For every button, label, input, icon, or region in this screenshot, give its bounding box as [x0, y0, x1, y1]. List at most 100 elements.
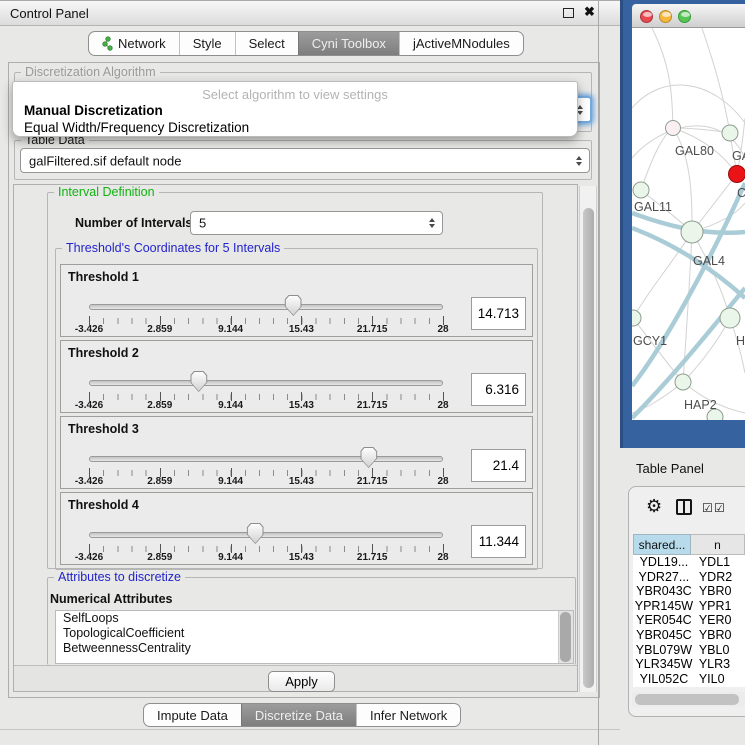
slider-track[interactable]	[89, 532, 443, 538]
threshold-value-field[interactable]: 14.713	[471, 297, 526, 330]
attributes-list[interactable]: SelfLoopsTopologicalCoefficientBetweenne…	[55, 610, 574, 664]
bottom-tab-label: Infer Network	[370, 704, 447, 727]
main-scrollbar-thumb[interactable]	[583, 208, 594, 688]
node-label: GCY1	[633, 334, 667, 348]
slider-minor-ticks	[89, 546, 444, 552]
threshold-label: Threshold 4	[68, 498, 139, 512]
threshold-value-field[interactable]: 11.344	[471, 525, 526, 558]
slider-tick-label: -3.426	[75, 476, 103, 487]
network-node[interactable]	[675, 374, 691, 390]
network-canvas[interactable]: GAL80GACGAL11GAL4GCY1HHAP2	[632, 28, 745, 420]
tab-cyni-toolbox[interactable]: Cyni Toolbox	[298, 32, 399, 55]
slider-thumb[interactable]	[285, 295, 302, 316]
network-node[interactable]	[666, 121, 681, 136]
algorithm-group-title: Discretization Algorithm	[21, 65, 160, 79]
slider-track[interactable]	[89, 456, 443, 462]
table-row[interactable]: YDR27...YDR2	[633, 570, 745, 585]
zoom-traffic-light-icon[interactable]	[678, 10, 691, 23]
slider-tick-label: -3.426	[75, 324, 103, 335]
cell-shared-name: YBL079W	[633, 643, 695, 658]
table-header-row: shared... n	[633, 534, 745, 555]
close-icon[interactable]: ✖	[584, 4, 595, 20]
cell-shared-name: YBR043C	[633, 584, 695, 599]
table-row[interactable]: YBL079WYBL0	[633, 643, 745, 658]
bottom-tab-label: Discretize Data	[255, 704, 343, 727]
cell-shared-name: YIL052C	[633, 672, 695, 687]
minimize-traffic-light-icon[interactable]	[659, 10, 672, 23]
tab-network[interactable]: Network	[89, 32, 179, 55]
combo-arrows-icon	[576, 156, 582, 166]
slider-thumb[interactable]	[190, 371, 207, 392]
slider-tick-label: 15.43	[289, 400, 314, 411]
top-tab-bar: NetworkStyleSelectCyni ToolboxjActiveMNo…	[88, 31, 524, 56]
cell-shared-name: YER054C	[633, 613, 695, 628]
close-traffic-light-icon[interactable]	[640, 10, 653, 23]
checkbox-icon[interactable]: ☑	[714, 501, 725, 515]
column-header-shared[interactable]: shared...	[633, 534, 691, 555]
threshold-label: Threshold 2	[68, 346, 139, 360]
tab-jactivemnodules[interactable]: jActiveMNodules	[399, 32, 523, 55]
bottom-tab-discretize-data[interactable]: Discretize Data	[241, 704, 356, 726]
slider-minor-ticks	[89, 470, 444, 476]
tab-style[interactable]: Style	[179, 32, 235, 55]
cell-name: YBR0	[695, 584, 745, 599]
table-row[interactable]: YPR145WYPR1	[633, 599, 745, 614]
cell-shared-name: YLR345W	[633, 657, 695, 672]
panel-right-divider	[598, 0, 599, 745]
threshold-label: Threshold 1	[68, 270, 139, 284]
network-window-titlebar[interactable]	[632, 4, 745, 28]
column-header-name[interactable]: n	[691, 534, 745, 555]
network-node[interactable]	[681, 221, 703, 243]
table-row[interactable]: YLR345WYLR3	[633, 657, 745, 672]
cell-shared-name: YDL19...	[633, 555, 695, 570]
table-row[interactable]: YBR043CYBR0	[633, 584, 745, 599]
node-label: GAL80	[675, 144, 714, 158]
attributes-scrollbar-thumb[interactable]	[560, 612, 571, 662]
cell-name: YER0	[695, 613, 745, 628]
slider-tick-label: 9.144	[218, 552, 243, 563]
table-rows: YDL19...YDL1YDR27...YDR2YBR043CYBR0YPR14…	[633, 555, 745, 687]
attribute-item[interactable]: SelfLoops	[56, 611, 573, 626]
table-data-value: galFiltered.sif default node	[29, 153, 181, 168]
bottom-tab-infer-network[interactable]: Infer Network	[356, 704, 460, 726]
num-intervals-combobox[interactable]: 5	[190, 211, 443, 235]
panel-bottom-divider	[0, 729, 620, 730]
combo-arrows-icon	[429, 218, 435, 228]
apply-button[interactable]: Apply	[268, 671, 335, 692]
attribute-item[interactable]: BetweennessCentrality	[56, 641, 573, 656]
network-icon	[102, 36, 113, 51]
table-row[interactable]: YIL052CYIL0	[633, 672, 745, 687]
network-node[interactable]	[633, 182, 649, 198]
attribute-item[interactable]: TopologicalCoefficient	[56, 626, 573, 641]
cell-name: YLR3	[695, 657, 745, 672]
slider-track[interactable]	[89, 380, 443, 386]
node-label: GAL11	[634, 200, 672, 214]
network-node[interactable]	[720, 308, 740, 328]
column-layout-icon[interactable]	[676, 499, 692, 515]
table-row[interactable]: YDL19...YDL1	[633, 555, 745, 570]
slider-track[interactable]	[89, 304, 443, 310]
slider-tick-label: 28	[437, 552, 448, 563]
table-row[interactable]: YBR045CYBR0	[633, 628, 745, 643]
tab-select[interactable]: Select	[235, 32, 298, 55]
table-hscrollbar-thumb[interactable]	[635, 694, 739, 705]
bottom-tab-impute-data[interactable]: Impute Data	[144, 704, 241, 726]
slider-thumb[interactable]	[360, 447, 377, 468]
table-data-combobox[interactable]: galFiltered.sif default node	[20, 148, 590, 173]
slider-thumb[interactable]	[247, 523, 264, 544]
threshold-value-field[interactable]: 21.4	[471, 449, 526, 482]
slider-tick-label: 2.859	[147, 400, 172, 411]
node-label: GA	[732, 149, 745, 163]
float-window-icon[interactable]	[563, 8, 574, 18]
node-label: H	[736, 334, 745, 348]
gear-icon[interactable]: ⚙	[646, 496, 662, 517]
table-row[interactable]: YER054CYER0	[633, 613, 745, 628]
node-label: GAL4	[693, 254, 725, 268]
algorithm-option-manual[interactable]: Manual Discretization	[13, 102, 577, 119]
network-node[interactable]	[722, 125, 738, 141]
network-node[interactable]	[632, 310, 641, 326]
checkbox-icon[interactable]: ☑	[702, 501, 713, 515]
threshold-value-field[interactable]: 6.316	[471, 373, 526, 406]
algorithm-option-equal-width[interactable]: Equal Width/Frequency Discretization	[13, 119, 577, 136]
network-node[interactable]	[729, 166, 745, 183]
